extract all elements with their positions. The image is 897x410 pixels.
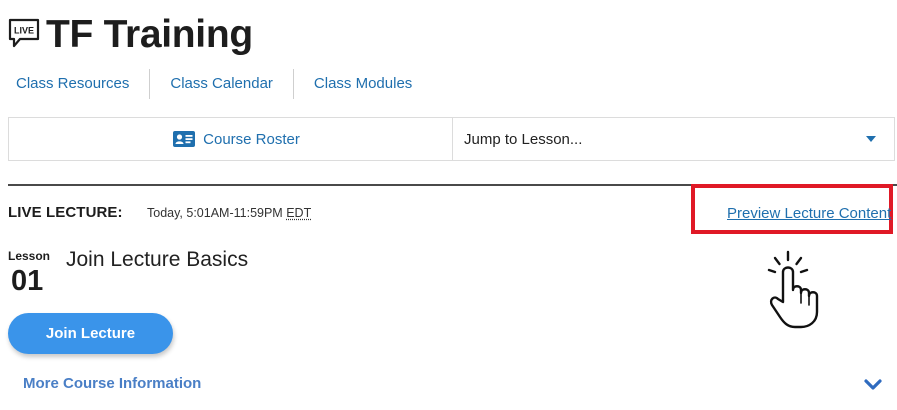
course-roster-label: Course Roster (203, 130, 300, 148)
class-nav: Class Resources Class Calendar Class Mod… (0, 68, 432, 100)
live-badge-icon: LIVE (8, 18, 40, 48)
nav-link-class-modules[interactable]: Class Modules (294, 68, 432, 100)
lesson-number: 01 (11, 265, 44, 297)
svg-text:LIVE: LIVE (14, 26, 34, 36)
nav-link-class-calendar[interactable]: Class Calendar (150, 68, 293, 100)
join-lecture-button[interactable]: Join Lecture (8, 313, 173, 354)
jump-to-lesson-value: Jump to Lesson... (464, 130, 583, 148)
jump-to-lesson-select[interactable]: Jump to Lesson... (453, 118, 894, 160)
lesson-title: Join Lecture Basics (66, 248, 249, 271)
more-course-information-link[interactable]: More Course Information (23, 375, 201, 392)
live-lecture-time-range: Today, 5:01AM-11:59PM (147, 206, 283, 220)
preview-lecture-content-link[interactable]: Preview Lecture Content (727, 205, 891, 222)
pointing-hand-icon (767, 250, 819, 329)
course-toolbar: Course Roster Jump to Lesson... (8, 117, 895, 161)
timezone-abbr: EDT (286, 206, 312, 220)
lesson-label: Lesson (8, 249, 51, 263)
page-title: TF Training (46, 13, 253, 56)
course-roster-button[interactable]: Course Roster (9, 118, 453, 160)
live-lecture-heading: LIVE LECTURE: (8, 204, 123, 221)
nav-link-class-resources[interactable]: Class Resources (0, 68, 149, 100)
chevron-down-icon[interactable] (864, 379, 882, 391)
caret-down-icon (866, 136, 876, 142)
id-card-icon (173, 131, 196, 147)
live-lecture-time: Today, 5:01AM-11:59PM EDT (147, 206, 311, 220)
